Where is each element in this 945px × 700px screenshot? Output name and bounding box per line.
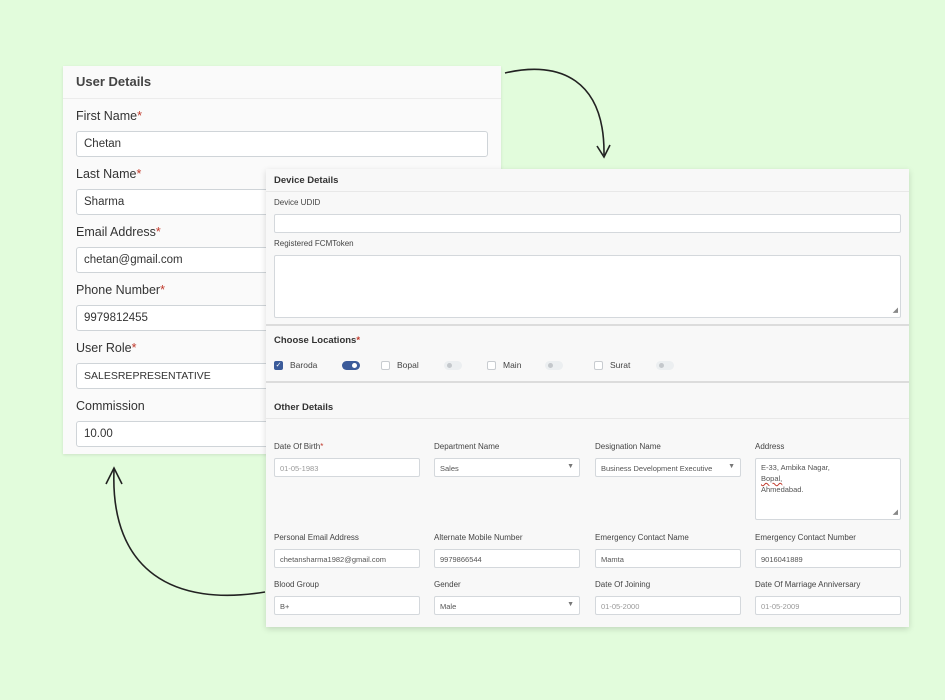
employee-details-card: Device Details Device UDID Registered FC…: [266, 169, 909, 627]
user-details-title: User Details: [63, 66, 501, 99]
check-icon[interactable]: ✓: [274, 360, 283, 370]
blood-group-input[interactable]: B+: [274, 596, 420, 615]
baroda-toggle[interactable]: [342, 360, 360, 370]
alternate-mobile-label: Alternate Mobile Number: [434, 533, 523, 542]
dob-label: Date Of Birth*: [274, 442, 324, 451]
personal-email-label: Personal Email Address: [274, 533, 359, 542]
curved-arrow-top: [504, 68, 611, 159]
device-udid-label: Device UDID: [274, 198, 321, 207]
gender-select[interactable]: Male ▼: [434, 596, 580, 615]
locations-row: ✓ Baroda Bopal Main Surat: [266, 352, 909, 378]
department-label: Department Name: [434, 442, 500, 451]
dob-input[interactable]: 01-05-1983: [274, 458, 420, 477]
surat-checkbox[interactable]: [594, 360, 603, 370]
resize-handle-icon[interactable]: ◢: [893, 507, 898, 518]
designation-select[interactable]: Business Development Executive ▼: [595, 458, 741, 477]
fcm-token-textarea[interactable]: ◢: [274, 255, 901, 318]
emergency-name-input[interactable]: Mamta: [595, 549, 741, 568]
department-select[interactable]: Sales ▼: [434, 458, 580, 477]
alternate-mobile-input[interactable]: 9979866544: [434, 549, 580, 568]
first-name-field[interactable]: Chetan: [76, 131, 488, 157]
other-details-title: Other Details: [266, 383, 909, 419]
address-textarea[interactable]: E-33, Ambika Nagar, Bopal, Ahmedabad. ◢: [755, 458, 901, 520]
emergency-number-label: Emergency Contact Number: [755, 533, 856, 542]
designation-label: Designation Name: [595, 442, 661, 451]
personal-email-input[interactable]: chetansharma1982@gmail.com: [274, 549, 420, 568]
anniversary-label: Date Of Marriage Anniversary: [755, 580, 861, 589]
chevron-down-icon: ▼: [567, 463, 574, 470]
curved-arrow-bottom: [105, 466, 266, 596]
device-udid-input[interactable]: [274, 214, 901, 233]
chevron-down-icon: ▼: [567, 601, 574, 608]
resize-handle-icon[interactable]: ◢: [893, 305, 898, 316]
anniversary-input[interactable]: 01-05-2009: [755, 596, 901, 615]
fcm-token-label: Registered FCMToken: [274, 239, 354, 248]
bopal-toggle[interactable]: [444, 360, 462, 370]
location-bopal: Bopal: [381, 360, 487, 370]
gender-label: Gender: [434, 580, 461, 589]
surat-toggle[interactable]: [656, 360, 674, 370]
emergency-number-input[interactable]: 9016041889: [755, 549, 901, 568]
bopal-checkbox[interactable]: [381, 360, 390, 370]
address-label: Address: [755, 442, 785, 451]
emergency-name-label: Emergency Contact Name: [595, 533, 689, 542]
blood-group-label: Blood Group: [274, 580, 319, 589]
first-name-label: First Name*: [76, 109, 142, 123]
joining-date-label: Date Of Joining: [595, 580, 651, 589]
main-toggle[interactable]: [545, 360, 563, 370]
joining-date-input[interactable]: 01-05-2000: [595, 596, 741, 615]
device-details-title: Device Details: [266, 169, 909, 192]
chevron-down-icon: ▼: [728, 463, 735, 470]
main-checkbox[interactable]: [487, 360, 496, 370]
location-baroda: ✓ Baroda: [274, 360, 381, 370]
location-surat: Surat: [594, 360, 674, 370]
choose-locations-title: Choose Locations*: [274, 335, 361, 346]
location-main: Main: [487, 360, 594, 370]
